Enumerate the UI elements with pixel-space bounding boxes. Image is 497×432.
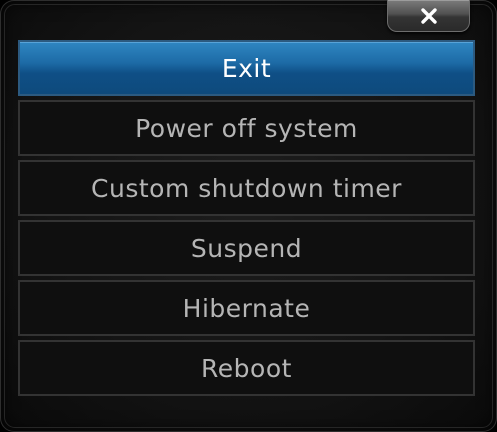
menu-item-hibernate[interactable]: Hibernate	[18, 280, 475, 336]
close-button[interactable]	[387, 0, 470, 32]
menu-item-power-off-system[interactable]: Power off system	[18, 100, 475, 156]
menu-item-label: Power off system	[135, 113, 358, 143]
menu-item-suspend[interactable]: Suspend	[18, 220, 475, 276]
menu-item-reboot[interactable]: Reboot	[18, 340, 475, 396]
shutdown-dialog: Exit Power off system Custom shutdown ti…	[0, 0, 497, 432]
menu-item-label: Exit	[221, 53, 272, 83]
menu-item-label: Hibernate	[182, 293, 311, 323]
close-icon	[420, 7, 437, 24]
menu-item-label: Reboot	[201, 353, 292, 383]
menu-item-exit[interactable]: Exit	[18, 40, 475, 96]
shutdown-menu: Exit Power off system Custom shutdown ti…	[18, 40, 475, 400]
menu-item-label: Suspend	[190, 233, 303, 263]
menu-item-label: Custom shutdown timer	[91, 173, 402, 203]
menu-item-custom-shutdown-timer[interactable]: Custom shutdown timer	[18, 160, 475, 216]
